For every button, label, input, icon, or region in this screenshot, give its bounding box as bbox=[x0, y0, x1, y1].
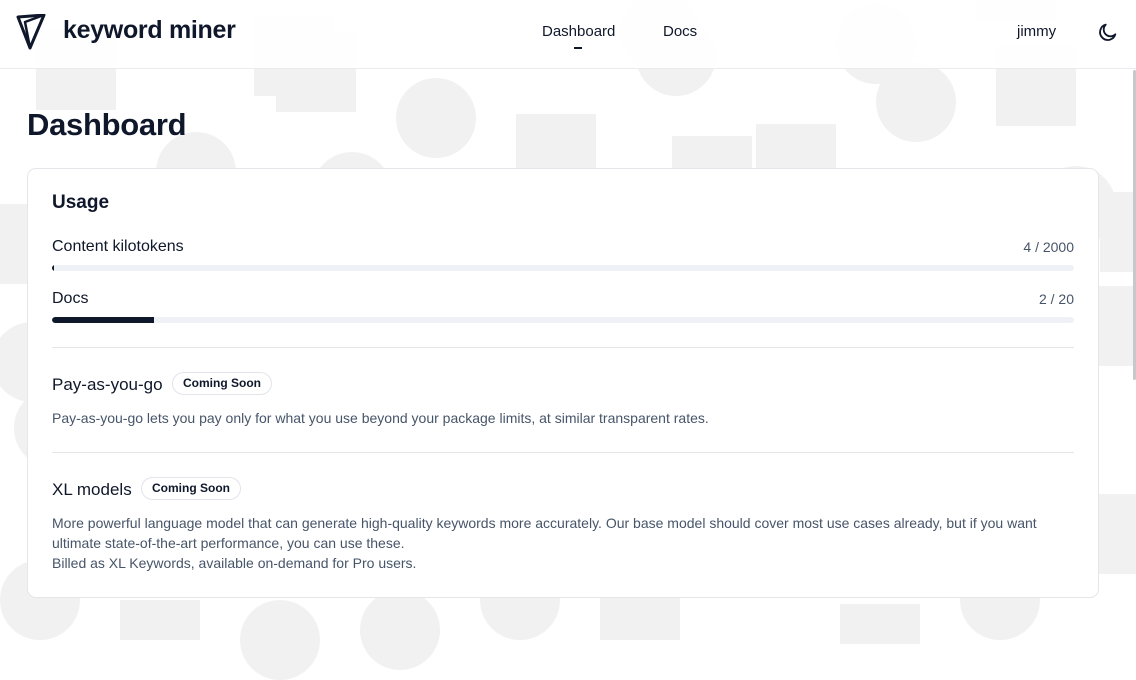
usage-card: Usage Content kilotokens 4 / 2000 Docs 2… bbox=[27, 168, 1099, 598]
moon-icon[interactable] bbox=[1097, 21, 1119, 43]
top-nav-bar: keyword miner Dashboard Docs jimmy bbox=[0, 0, 1136, 69]
section-divider bbox=[52, 452, 1074, 453]
section-divider bbox=[52, 347, 1074, 348]
feature-description-xl-models: More powerful language model that can ge… bbox=[52, 513, 1082, 573]
brand-name[interactable]: keyword miner bbox=[63, 16, 236, 45]
docs-progress-fill bbox=[52, 317, 155, 323]
usage-value-docs: 2 / 20 bbox=[1038, 291, 1074, 307]
kilotokens-progress-bar bbox=[52, 265, 1074, 271]
usage-label-docs: Docs bbox=[52, 290, 89, 307]
usage-value-kilotokens: 4 / 2000 bbox=[1023, 239, 1074, 255]
nav-docs-link[interactable]: Docs bbox=[663, 23, 697, 40]
page-title: Dashboard bbox=[27, 107, 187, 142]
feature-title-xl-models: XL models bbox=[52, 480, 132, 499]
usage-card-title: Usage bbox=[52, 192, 110, 213]
feature-description-line: Billed as XL Keywords, available on-dema… bbox=[52, 555, 417, 571]
feature-description-pay-as-you-go: Pay-as-you-go lets you pay only for what… bbox=[52, 410, 709, 426]
feature-title-pay-as-you-go: Pay-as-you-go bbox=[52, 375, 163, 394]
active-nav-indicator bbox=[574, 47, 582, 49]
usage-label-kilotokens: Content kilotokens bbox=[52, 238, 184, 255]
coming-soon-badge: Coming Soon bbox=[141, 477, 241, 500]
feature-description-line: More powerful language model that can ge… bbox=[52, 515, 1037, 551]
user-menu[interactable]: jimmy bbox=[1017, 23, 1056, 40]
shield-logo-icon[interactable] bbox=[16, 14, 46, 50]
nav-dashboard-link[interactable]: Dashboard bbox=[542, 23, 615, 40]
docs-progress-bar bbox=[52, 317, 1074, 323]
coming-soon-badge: Coming Soon bbox=[172, 372, 272, 395]
kilotokens-progress-fill bbox=[52, 265, 55, 271]
